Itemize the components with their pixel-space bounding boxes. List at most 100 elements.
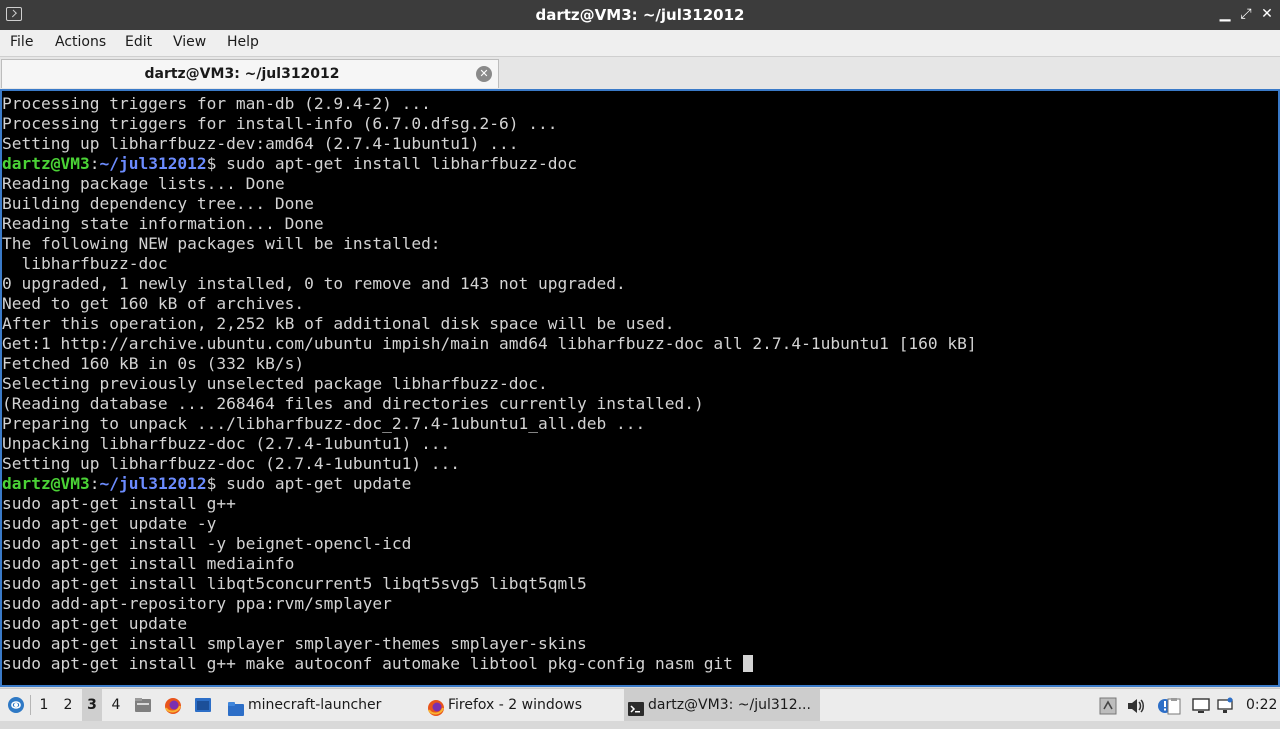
line-text: sudo apt-get update: [216, 474, 412, 493]
task-label: dartz@VM3: ~/jul312...: [648, 697, 811, 713]
text-cursor: [742, 655, 753, 672]
line-text: Reading package lists... Done: [2, 174, 285, 193]
volume-icon[interactable]: [1126, 697, 1144, 713]
line-text: Preparing to unpack .../libharfbuzz-doc_…: [2, 414, 646, 433]
task-label: Firefox - 2 windows: [448, 697, 583, 713]
terminal-line: Setting up libharfbuzz-dev:amd64 (2.7.4-…: [2, 134, 977, 154]
display-icon[interactable]: [1192, 697, 1210, 713]
line-text: sudo apt-get install smplayer smplayer-t…: [2, 634, 587, 653]
network-icon[interactable]: [1216, 697, 1234, 713]
terminal-line: Reading state information... Done: [2, 214, 977, 234]
menu-view[interactable]: View: [173, 34, 206, 50]
menu-edit[interactable]: Edit: [125, 34, 152, 50]
taskbar: 1 2 3 4 minecraft-launcher Firefox - 2 w…: [0, 688, 1280, 721]
menu-bar: File Actions Edit View Help: [0, 30, 1280, 57]
terminal-line: Fetched 160 kB in 0s (332 kB/s): [2, 354, 977, 374]
start-menu-icon[interactable]: [6, 696, 26, 714]
line-text: sudo apt-get install g++ make autoconf a…: [2, 654, 743, 673]
terminal-line: After this operation, 2,252 kB of additi…: [2, 314, 977, 334]
menu-file[interactable]: File: [10, 34, 33, 50]
clipboard-icon[interactable]: [1165, 697, 1183, 715]
line-text: (Reading database ... 268464 files and d…: [2, 394, 704, 413]
terminal-launcher-icon[interactable]: [194, 697, 212, 713]
line-text: Fetched 160 kB in 0s (332 kB/s): [2, 354, 305, 373]
terminal-line: Processing triggers for install-info (6.…: [2, 114, 977, 134]
minimize-icon[interactable]: ▁: [1216, 5, 1234, 23]
terminal-line: sudo apt-get install g++ make autoconf a…: [2, 654, 977, 674]
task-firefox[interactable]: Firefox - 2 windows: [424, 689, 620, 721]
line-text: Setting up libharfbuzz-dev:amd64 (2.7.4-…: [2, 134, 519, 153]
line-text: Need to get 160 kB of archives.: [2, 294, 305, 313]
prompt-path: ~/jul312012: [99, 474, 207, 493]
terminal-line: (Reading database ... 268464 files and d…: [2, 394, 977, 414]
terminal-line: Processing triggers for man-db (2.9.4-2)…: [2, 94, 977, 114]
terminal-icon: [627, 697, 645, 716]
prompt-dollar: $: [206, 154, 217, 173]
terminal-line: Get:1 http://archive.ubuntu.com/ubuntu i…: [2, 334, 977, 354]
terminal-line: Preparing to unpack .../libharfbuzz-doc_…: [2, 414, 977, 434]
line-text: Unpacking libharfbuzz-doc (2.7.4-1ubuntu…: [2, 434, 451, 453]
terminal-line: Selecting previously unselected package …: [2, 374, 977, 394]
workspace-2[interactable]: 2: [58, 689, 78, 721]
maximize-icon[interactable]: ⤢: [1237, 5, 1255, 23]
line-text: Selecting previously unselected package …: [2, 374, 548, 393]
terminal-line: sudo apt-get update: [2, 614, 977, 634]
line-text: The following NEW packages will be insta…: [2, 234, 441, 253]
terminal-line: Unpacking libharfbuzz-doc (2.7.4-1ubuntu…: [2, 434, 977, 454]
line-text: sudo apt-get install g++: [2, 494, 236, 513]
menu-help[interactable]: Help: [227, 34, 259, 50]
terminal-line: Reading package lists... Done: [2, 174, 977, 194]
task-label: minecraft-launcher: [248, 697, 382, 713]
keyboard-layout-icon[interactable]: [1099, 697, 1117, 715]
tab-strip: dartz@VM3: ~/jul312012 ✕: [0, 57, 1280, 89]
prompt-separator: :: [89, 154, 100, 173]
prompt-separator: :: [89, 474, 100, 493]
firefox-icon: [427, 697, 445, 716]
terminal-output: Processing triggers for man-db (2.9.4-2)…: [2, 94, 977, 674]
file-manager-launcher-icon[interactable]: [134, 697, 152, 713]
terminal-line: libharfbuzz-doc: [2, 254, 977, 274]
workspace-3[interactable]: 3: [82, 689, 102, 721]
tab-close-icon[interactable]: ✕: [476, 66, 492, 82]
tab-terminal[interactable]: dartz@VM3: ~/jul312012 ✕: [1, 59, 499, 88]
terminal-line: Setting up libharfbuzz-doc (2.7.4-1ubunt…: [2, 454, 977, 474]
line-text: sudo add-apt-repository ppa:rvm/smplayer: [2, 594, 392, 613]
terminal-view[interactable]: Processing triggers for man-db (2.9.4-2)…: [0, 89, 1280, 687]
line-text: Reading state information... Done: [2, 214, 324, 233]
prompt-dollar: $: [206, 474, 217, 493]
terminal-line: The following NEW packages will be insta…: [2, 234, 977, 254]
task-minecraft-launcher[interactable]: minecraft-launcher: [224, 689, 420, 721]
line-text: After this operation, 2,252 kB of additi…: [2, 314, 675, 333]
window-title: dartz@VM3: ~/jul312012: [535, 6, 745, 24]
terminal-line: sudo apt-get install -y beignet-opencl-i…: [2, 534, 977, 554]
taskbar-separator: [30, 695, 31, 715]
workspace-1[interactable]: 1: [34, 689, 54, 721]
terminal-line: sudo apt-get install g++: [2, 494, 977, 514]
close-icon[interactable]: ✕: [1258, 5, 1276, 23]
folder-icon: [227, 697, 245, 716]
prompt-user: dartz@VM3: [2, 154, 90, 173]
line-text: sudo apt-get install mediainfo: [2, 554, 295, 573]
terminal-prompt-line: dartz@VM3:~/jul312012$ sudo apt-get upda…: [2, 474, 977, 494]
line-text: Processing triggers for man-db (2.9.4-2)…: [2, 94, 431, 113]
menu-actions[interactable]: Actions: [55, 34, 106, 50]
clock[interactable]: 0:22: [1246, 689, 1277, 721]
prompt-path: ~/jul312012: [99, 154, 207, 173]
terminal-line: 0 upgraded, 1 newly installed, 0 to remo…: [2, 274, 977, 294]
line-text: sudo apt-get update -y: [2, 514, 217, 533]
terminal-line: sudo apt-get install libqt5concurrent5 l…: [2, 574, 977, 594]
terminal-line: sudo apt-get install mediainfo: [2, 554, 977, 574]
window-titlebar[interactable]: dartz@VM3: ~/jul312012 ▁ ⤢ ✕: [0, 0, 1280, 30]
terminal-line: sudo apt-get update -y: [2, 514, 977, 534]
task-terminal[interactable]: dartz@VM3: ~/jul312...: [624, 689, 820, 721]
line-text: Building dependency tree... Done: [2, 194, 314, 213]
line-text: 0 upgraded, 1 newly installed, 0 to remo…: [2, 274, 626, 293]
prompt-user: dartz@VM3: [2, 474, 90, 493]
line-text: sudo apt-get install libqt5concurrent5 l…: [2, 574, 587, 593]
terminal-line: sudo add-apt-repository ppa:rvm/smplayer: [2, 594, 977, 614]
line-text: libharfbuzz-doc: [2, 254, 168, 273]
terminal-line: Building dependency tree... Done: [2, 194, 977, 214]
firefox-launcher-icon[interactable]: [164, 697, 182, 714]
line-text: Processing triggers for install-info (6.…: [2, 114, 558, 133]
workspace-4[interactable]: 4: [106, 689, 126, 721]
